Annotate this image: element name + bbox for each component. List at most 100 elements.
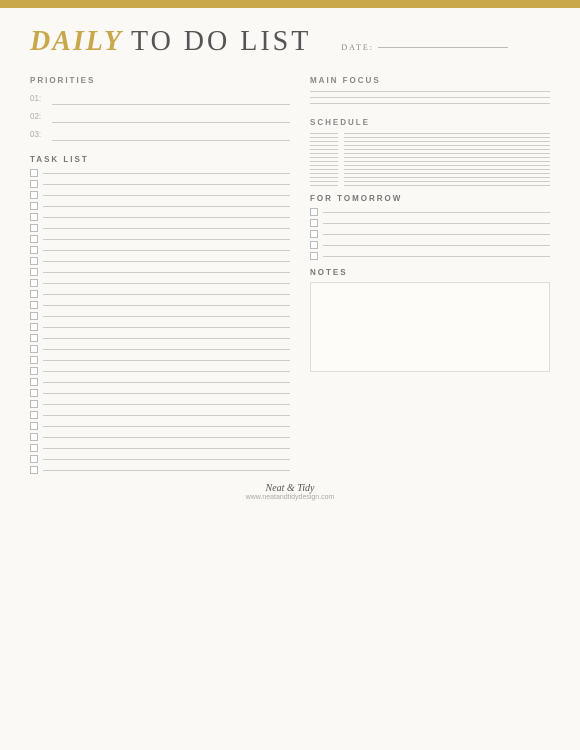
notes-box[interactable] xyxy=(310,282,550,372)
time-slot xyxy=(310,141,338,142)
list-item xyxy=(310,153,550,154)
checkbox[interactable] xyxy=(30,213,38,221)
sched-entry xyxy=(344,165,550,166)
list-item xyxy=(30,411,290,419)
task-line xyxy=(43,426,290,427)
checkbox[interactable] xyxy=(310,241,318,249)
sched-entry xyxy=(344,145,550,146)
checkbox[interactable] xyxy=(30,290,38,298)
checkbox[interactable] xyxy=(30,279,38,287)
task-line xyxy=(43,437,290,438)
checkbox[interactable] xyxy=(30,180,38,188)
checkbox[interactable] xyxy=(30,433,38,441)
priorities-label: PRIORITIES xyxy=(30,76,290,85)
task-line xyxy=(43,415,290,416)
priority-input-1[interactable] xyxy=(52,91,290,105)
date-line xyxy=(378,47,508,48)
checkbox[interactable] xyxy=(30,444,38,452)
task-line xyxy=(43,283,290,284)
list-item xyxy=(310,157,550,158)
list-item xyxy=(310,241,550,249)
checkbox[interactable] xyxy=(30,389,38,397)
sched-entry xyxy=(344,149,550,150)
checkbox[interactable] xyxy=(30,246,38,254)
task-line xyxy=(43,448,290,449)
priority-row-2: 02: xyxy=(30,109,290,123)
date-label: DATE: xyxy=(341,43,508,52)
task-line xyxy=(43,261,290,262)
time-slot xyxy=(310,149,338,150)
checkbox[interactable] xyxy=(30,466,38,474)
checkbox[interactable] xyxy=(30,268,38,276)
checkbox[interactable] xyxy=(30,191,38,199)
task-line xyxy=(43,305,290,306)
checkbox[interactable] xyxy=(30,224,38,232)
checkbox[interactable] xyxy=(30,422,38,430)
checkbox[interactable] xyxy=(310,219,318,227)
list-item xyxy=(30,279,290,287)
checkbox[interactable] xyxy=(30,257,38,265)
priority-num-1: 01: xyxy=(30,94,46,103)
list-item xyxy=(30,301,290,309)
time-slot xyxy=(310,161,338,162)
task-line xyxy=(43,173,290,174)
sched-entry xyxy=(344,161,550,162)
checkbox[interactable] xyxy=(30,400,38,408)
list-item xyxy=(310,149,550,150)
checkbox[interactable] xyxy=(310,252,318,260)
task-line xyxy=(323,234,550,235)
priority-row-1: 01: xyxy=(30,91,290,105)
checkbox[interactable] xyxy=(30,345,38,353)
checkbox[interactable] xyxy=(30,411,38,419)
checkbox[interactable] xyxy=(30,312,38,320)
time-slot xyxy=(310,173,338,174)
time-slot xyxy=(310,157,338,158)
list-item xyxy=(30,356,290,364)
sched-entry xyxy=(344,153,550,154)
time-slot xyxy=(310,153,338,154)
sched-entry xyxy=(344,177,550,178)
list-item xyxy=(30,213,290,221)
task-line xyxy=(43,217,290,218)
list-item xyxy=(310,252,550,260)
checkbox[interactable] xyxy=(310,230,318,238)
list-item xyxy=(310,208,550,216)
list-item xyxy=(30,246,290,254)
time-slot xyxy=(310,137,338,138)
checkbox[interactable] xyxy=(30,323,38,331)
schedule-section: SCHEDULE xyxy=(310,118,550,186)
priority-input-2[interactable] xyxy=(52,109,290,123)
task-list-label: TASK LIST xyxy=(30,155,290,164)
notes-label: NOTES xyxy=(310,268,550,277)
checkbox[interactable] xyxy=(30,367,38,375)
time-slot xyxy=(310,185,338,186)
checkbox[interactable] xyxy=(310,208,318,216)
checkbox[interactable] xyxy=(30,202,38,210)
checkbox[interactable] xyxy=(30,169,38,177)
right-column: MAIN FOCUS SCHEDULE xyxy=(310,76,550,477)
priority-num-3: 03: xyxy=(30,130,46,139)
list-item xyxy=(30,389,290,397)
list-item xyxy=(310,137,550,138)
list-item xyxy=(30,433,290,441)
time-slot xyxy=(310,145,338,146)
checkbox[interactable] xyxy=(30,235,38,243)
list-item xyxy=(30,367,290,375)
checkbox[interactable] xyxy=(30,378,38,386)
checkbox[interactable] xyxy=(30,455,38,463)
list-item xyxy=(310,173,550,174)
priority-input-3[interactable] xyxy=(52,127,290,141)
list-item xyxy=(30,466,290,474)
priority-num-2: 02: xyxy=(30,112,46,121)
sched-entry xyxy=(344,133,550,134)
checkbox[interactable] xyxy=(30,356,38,364)
sched-entry xyxy=(344,137,550,138)
checkbox[interactable] xyxy=(30,301,38,309)
task-line xyxy=(43,250,290,251)
checkbox[interactable] xyxy=(30,334,38,342)
brand-url: www.neatandtidydesign.com xyxy=(30,494,550,501)
list-item xyxy=(30,169,290,177)
task-line xyxy=(43,360,290,361)
for-tomorrow-section: FOR TOMORROW xyxy=(310,194,550,260)
list-item xyxy=(30,290,290,298)
